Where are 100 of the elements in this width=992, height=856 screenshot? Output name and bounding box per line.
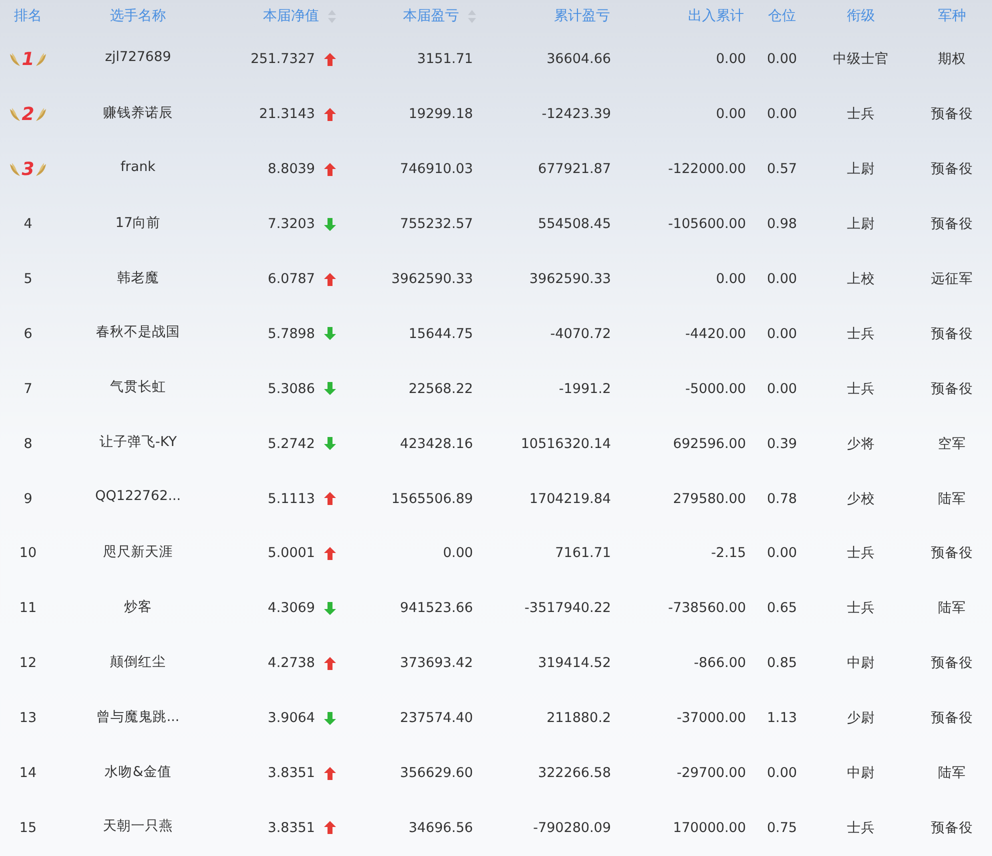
player-name: QQ122762... (95, 488, 181, 504)
table-cell: 0.00 (716, 106, 746, 122)
rank-number: 15 (19, 820, 37, 836)
laurel-icon (35, 161, 48, 178)
rank-number: 9 (24, 490, 32, 507)
column-header[interactable]: 本届盈亏 (403, 7, 459, 25)
column-header: 衔级 (847, 7, 875, 25)
table-cell: 941523.66 (400, 600, 473, 616)
table-cell: -2.15 (711, 545, 746, 562)
rank-number: 10 (19, 545, 37, 562)
player-name: 让子弹飞-KY (99, 433, 177, 452)
table-cell: 上尉 (847, 160, 875, 178)
sort-icon[interactable] (328, 10, 336, 22)
rank-number: 8 (24, 436, 32, 452)
table-cell: -105600.00 (668, 216, 746, 232)
table-cell: 预备役 (931, 160, 973, 178)
player-name: 赚钱养诺辰 (103, 104, 173, 122)
table-cell: 0.00 (766, 106, 797, 122)
player-name: 咫尺新天涯 (103, 543, 173, 562)
table-cell: 预备役 (931, 380, 973, 398)
table-cell: 373693.42 (400, 655, 473, 672)
table-cell: 期权 (938, 50, 966, 68)
player-name: 韩老魔 (117, 268, 159, 287)
table-cell: 0.00 (442, 545, 473, 562)
table-cell: 237574.40 (400, 710, 473, 726)
rank-number: 3 (22, 158, 34, 180)
table-cell: 0.98 (766, 216, 797, 232)
table-cell: 预备役 (931, 544, 973, 562)
rank-number: 12 (19, 655, 37, 672)
table-cell: 1.13 (766, 710, 797, 726)
player-name: 颠倒红尘 (110, 652, 166, 671)
rank-number: 1 (22, 48, 34, 70)
column-header: 军种 (938, 7, 966, 25)
table-cell: -738560.00 (668, 600, 746, 616)
table-cell: 279580.00 (672, 490, 746, 507)
column-header[interactable]: 本届净值 (263, 7, 319, 25)
player-name: 17向前 (115, 214, 161, 232)
table-cell: 746910.03 (400, 161, 473, 178)
table-cell: 554508.45 (538, 216, 611, 232)
net-value: 5.0001 (268, 545, 315, 562)
table-cell: 0.00 (766, 271, 797, 287)
table-cell: 士兵 (847, 105, 875, 124)
net-value: 4.2738 (268, 655, 315, 672)
table-cell: 1565506.89 (391, 490, 473, 507)
table-cell: 陆军 (938, 599, 966, 618)
table-cell: 356629.60 (400, 765, 473, 782)
table-cell: 陆军 (938, 490, 966, 508)
table-cell: 预备役 (931, 654, 973, 672)
table-cell: 0.00 (766, 765, 797, 782)
net-value: 5.3086 (268, 380, 315, 397)
table-cell: -5000.00 (685, 380, 746, 397)
table-cell: 322266.58 (538, 765, 611, 782)
table-cell: -3517940.22 (524, 600, 611, 616)
table-cell: 预备役 (931, 105, 973, 124)
column-header: 累计盈亏 (554, 7, 610, 25)
table-cell: 少校 (847, 490, 875, 508)
table-cell: -122000.00 (668, 161, 746, 178)
table-cell: 中级士官 (833, 50, 889, 68)
table-cell: 34696.56 (408, 820, 473, 836)
table-cell: 10516320.14 (520, 436, 611, 452)
net-value: 4.3069 (268, 600, 315, 616)
rank-number: 11 (19, 600, 37, 616)
rank-number: 13 (19, 710, 37, 726)
laurel-icon (35, 106, 48, 122)
table-cell: 211880.2 (546, 710, 611, 726)
table-cell: 士兵 (847, 380, 875, 398)
table-cell: 692596.00 (672, 436, 746, 452)
table-cell: -790280.09 (533, 820, 611, 836)
table-cell: 上尉 (847, 215, 875, 234)
net-value: 6.0787 (268, 271, 315, 287)
table-cell: 0.75 (766, 820, 797, 836)
table-cell: 0.00 (766, 326, 797, 342)
table-cell: 0.00 (716, 271, 746, 287)
table-cell: 0.00 (766, 51, 797, 68)
table-cell: 中尉 (847, 764, 875, 782)
table-cell: 3962590.33 (529, 271, 611, 287)
table-cell: 0.78 (766, 490, 797, 507)
net-value: 5.1113 (268, 490, 315, 507)
player-name: 曾与魔鬼跳... (96, 708, 180, 726)
table-cell: 3962590.33 (391, 271, 473, 287)
table-cell: 15644.75 (408, 326, 473, 342)
table-cell: 少将 (847, 434, 875, 453)
net-value: 3.8351 (268, 765, 315, 782)
table-cell: 预备役 (931, 324, 973, 343)
player-name: 炒客 (124, 598, 152, 616)
table-cell: 1704219.84 (529, 490, 611, 507)
sort-icon[interactable] (468, 10, 476, 22)
table-cell: 中尉 (847, 654, 875, 672)
table-cell: 空军 (938, 434, 966, 453)
column-header: 选手名称 (110, 7, 166, 25)
player-name: zjl727689 (104, 49, 172, 65)
table-cell: -4420.00 (685, 326, 746, 342)
table-cell: 上校 (847, 270, 875, 288)
table-cell: 士兵 (847, 818, 875, 837)
rank-number: 4 (24, 216, 32, 232)
table-cell: 陆军 (938, 764, 966, 782)
table-cell: -1991.2 (558, 380, 611, 397)
net-value: 21.3143 (259, 106, 315, 122)
table-cell: -4070.72 (550, 326, 611, 342)
net-value: 3.9064 (268, 710, 315, 726)
